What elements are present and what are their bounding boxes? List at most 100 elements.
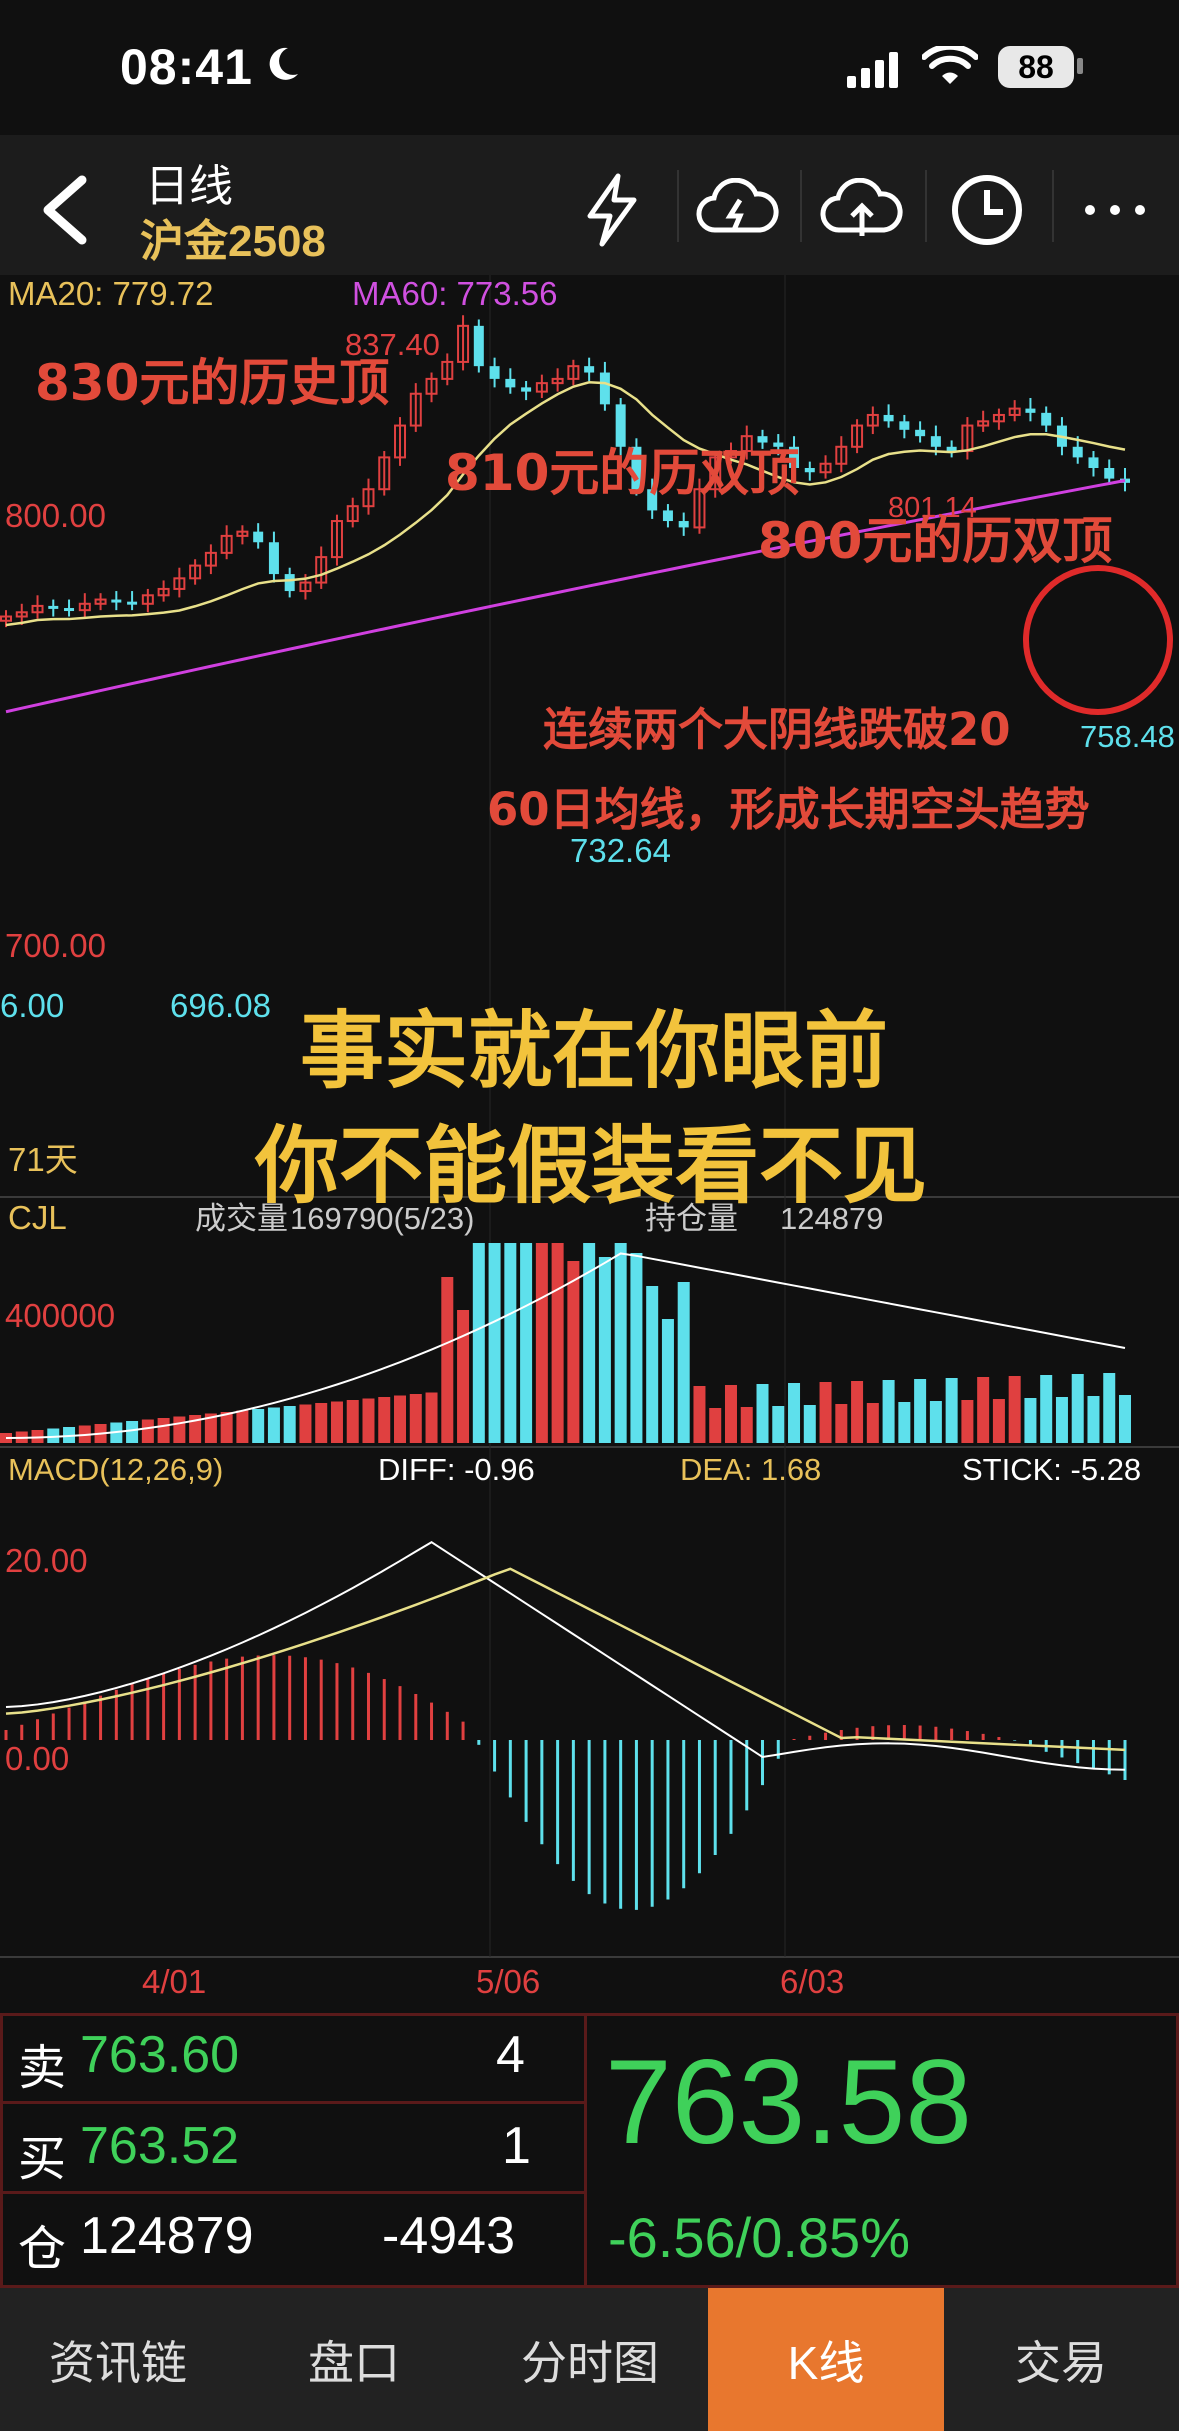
volume-bar — [283, 1406, 296, 1443]
annotation-break-1: 连续两个大阴线跌破20 — [543, 703, 1011, 756]
volume-bar — [835, 1404, 848, 1443]
big-caption-2: 你不能假装看不见 — [254, 1117, 927, 1215]
volume-bar — [1055, 1397, 1068, 1443]
volume-bar — [646, 1286, 659, 1443]
header-divider — [925, 170, 927, 242]
candle-body — [489, 366, 500, 379]
tab-label: 分时图 — [521, 2336, 659, 2389]
volume-bar — [961, 1400, 974, 1443]
days-label: 71天 — [8, 1141, 78, 1178]
volume-bar — [362, 1398, 375, 1443]
volume-bar — [788, 1383, 801, 1443]
volume-bar — [898, 1402, 911, 1443]
candle-body — [757, 436, 768, 443]
moon-icon — [269, 47, 298, 80]
buy-quantity: 1 — [502, 2117, 531, 2175]
volume-bar — [315, 1403, 328, 1443]
signal-icon — [847, 52, 898, 88]
candle-body — [521, 387, 532, 392]
volume-bar — [882, 1380, 895, 1443]
volume-bar — [709, 1408, 722, 1443]
macd-tick-0: 0.00 — [5, 1740, 69, 1777]
volume-bar — [677, 1282, 690, 1443]
candle-body — [473, 325, 484, 367]
candle-body — [1072, 446, 1083, 458]
volume-bar — [929, 1401, 942, 1443]
volume-bar — [504, 1243, 517, 1443]
volume-bar — [157, 1418, 170, 1443]
volume-bar — [1040, 1375, 1053, 1443]
macd-stick: STICK: -5.28 — [962, 1452, 1141, 1487]
tab-label: 交易 — [1015, 2336, 1107, 2389]
volume-bar — [693, 1386, 706, 1443]
tab-orderbook[interactable]: 盘口 — [236, 2288, 472, 2431]
volume-bar — [1024, 1398, 1037, 1443]
volume-bar — [299, 1404, 312, 1443]
candle-body — [615, 404, 626, 447]
back-icon[interactable] — [30, 170, 100, 250]
candle-body — [946, 446, 957, 452]
volume-bar — [457, 1310, 470, 1443]
tab-news[interactable]: 资讯链 — [0, 2288, 236, 2431]
macd-tick-20: 20.00 — [5, 1542, 88, 1579]
history-button[interactable] — [937, 160, 1037, 260]
flash-button[interactable] — [562, 160, 662, 260]
candle-body — [253, 531, 264, 543]
candle-body — [268, 542, 279, 575]
candle-body — [64, 608, 75, 612]
volume-title: CJL — [8, 1199, 67, 1236]
tab-kline[interactable]: K线 — [708, 2288, 944, 2431]
volume-bar — [851, 1381, 864, 1443]
volume-bar — [1008, 1376, 1021, 1443]
sell-quantity: 4 — [496, 2026, 525, 2084]
volume-bar — [173, 1416, 186, 1443]
candle-body — [1088, 457, 1099, 468]
divider — [0, 2191, 587, 2194]
volume-bar — [252, 1409, 265, 1443]
volume-tick-label: 400000 — [5, 1297, 115, 1334]
tab-trade[interactable]: 交易 — [943, 2288, 1179, 2431]
volume-bar — [772, 1406, 785, 1443]
clock-icon — [952, 175, 1022, 245]
volume-bar — [441, 1277, 454, 1443]
volume-bar — [220, 1412, 233, 1443]
contract-name: 沪金2508 — [140, 217, 326, 266]
volume-bar — [126, 1421, 139, 1443]
volume-bar — [267, 1407, 280, 1443]
ma20-label: MA20: 779.72 — [8, 275, 213, 312]
volume-bar — [236, 1410, 249, 1443]
macd-dea: DEA: 1.68 — [680, 1452, 821, 1487]
volume-bar — [866, 1403, 879, 1443]
volume-bar — [1087, 1396, 1100, 1443]
buy-price[interactable]: 763.52 — [80, 2116, 239, 2176]
candle-body — [804, 467, 815, 473]
candle-body — [599, 372, 610, 405]
volume-bar — [567, 1261, 580, 1443]
price-800-label: 800.00 — [5, 497, 106, 534]
quote-panel: 卖 763.60 4 买 763.52 1 仓 124879 -4943 763… — [0, 2013, 1179, 2288]
volume-bar — [488, 1243, 501, 1443]
volume-bar — [724, 1385, 737, 1443]
price-696-label: 696.08 — [170, 987, 271, 1024]
more-icon — [1085, 205, 1145, 215]
divider — [0, 2101, 587, 2104]
wifi-icon — [922, 46, 978, 84]
cloud-flash-button[interactable] — [688, 160, 788, 260]
battery-tip — [1077, 58, 1083, 74]
price-700-label: 700.00 — [5, 927, 106, 964]
sell-price[interactable]: 763.60 — [80, 2025, 239, 2085]
volume-bar — [661, 1319, 674, 1443]
tab-intraday[interactable]: 分时图 — [472, 2288, 708, 2431]
volume-bar — [425, 1392, 438, 1443]
candle-body — [930, 436, 941, 447]
battery-icon: 88 — [998, 46, 1074, 88]
status-time: 08:41 — [120, 39, 253, 95]
price-6-label: 6.00 — [0, 987, 64, 1024]
cloud-upload-button[interactable] — [812, 160, 912, 260]
annotation-830-top: 830元的历史顶 — [35, 354, 389, 412]
battery-level: 88 — [1018, 48, 1054, 85]
header-divider — [677, 170, 679, 242]
header-divider — [800, 170, 802, 242]
kline-chart[interactable]: MA20: 779.72 MA60: 773.56 837.40 800.00 … — [0, 275, 1179, 2015]
more-button[interactable] — [1065, 160, 1165, 260]
